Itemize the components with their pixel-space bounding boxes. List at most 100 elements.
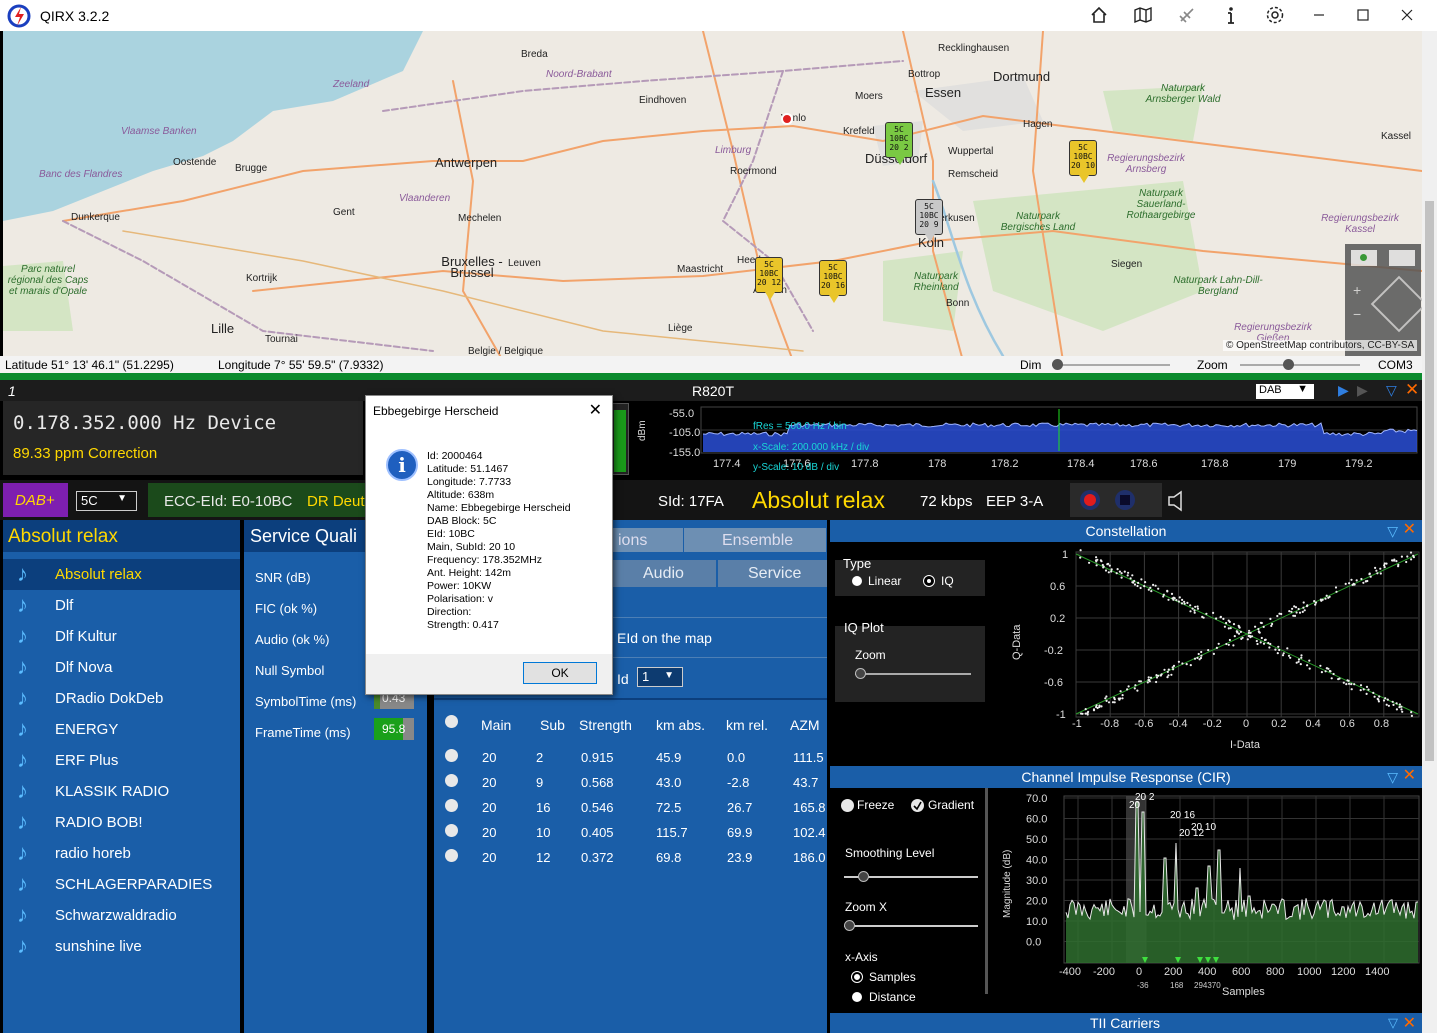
service-item[interactable]: ♪ KLASSIK RADIO [3,776,240,807]
tii-row[interactable]: 20 16 0.546 72.5 26.7 165.8 [434,795,827,820]
zoom-slider[interactable] [1240,359,1360,370]
tii-row[interactable]: 20 2 0.915 45.9 0.0 111.5 [434,745,827,770]
radio-iq[interactable] [923,575,935,587]
service-item[interactable]: ♪ radio horeb [3,838,240,869]
smoothing-label: Smoothing Level [845,846,935,860]
row-checkbox[interactable] [445,799,458,812]
close-icon[interactable]: ✕ [1405,380,1419,400]
map-pan-control[interactable] [1370,275,1422,333]
scrollbar-thumb[interactable] [1425,201,1434,761]
service-quality-title: Service Quali [250,526,358,546]
play-icon[interactable]: ▶ [1338,382,1349,399]
tii-column-header[interactable]: Main [481,717,511,733]
map-label: Gent [333,207,355,218]
map-label: Antwerpen [435,155,498,170]
service-item[interactable]: ♪ RADIO BOB! [3,807,240,838]
play-next-icon[interactable]: ▶ [1357,382,1368,399]
row-checkbox[interactable] [445,774,458,787]
service-item[interactable]: ♪ DRadio DokDeb [3,683,240,714]
service-item[interactable]: ♪ Absolut relax [3,559,240,590]
tii-column-header[interactable]: Strength [579,717,632,733]
transmitter-marker[interactable]: 5C 10BC 20 16 [819,260,847,303]
maximize-button[interactable] [1352,5,1374,27]
cir-header: Channel Impulse Response (CIR) ▽ ✕ [830,766,1422,788]
tii-column-header[interactable]: AZM [790,717,820,733]
service-item[interactable]: ♪ SCHLAGERPARADIES [3,869,240,900]
radio-samples[interactable] [851,971,863,983]
collapse-icon[interactable]: ▽ [1387,520,1398,542]
tii-column-header[interactable]: Sub [540,717,565,733]
service-item[interactable]: ♪ sunshine live [3,931,240,962]
record-button[interactable] [1080,490,1100,510]
map-layer-toggle-1[interactable] [1351,250,1377,266]
transmitter-marker[interactable]: 5C 10BC 20 10 [1069,140,1097,183]
quality-label: FrameTime (ms) [255,725,351,740]
id-select[interactable]: 1 ▼ [637,667,683,687]
row-checkbox[interactable] [445,849,458,862]
transmitter-marker[interactable]: 5C 10BC 20 12 [755,257,783,300]
map-layer-toggle-2[interactable] [1389,250,1415,266]
settings-icon[interactable] [1264,5,1286,27]
tii-row[interactable]: 20 9 0.568 43.0 -2.8 43.7 [434,770,827,795]
cir-x-tick: -200 [1093,966,1115,978]
collapse-icon[interactable]: ▽ [1386,382,1397,399]
radio-linear[interactable] [852,576,862,586]
service-item[interactable]: ♪ Dlf [3,590,240,621]
zoomx-slider[interactable] [844,920,978,931]
stop-button[interactable] [1115,490,1135,510]
dim-slider[interactable] [1052,359,1170,370]
select-all-checkbox[interactable] [445,715,458,728]
map-status-bar: Latitude 51° 13' 46.1" (51.2295) Longitu… [0,356,1422,373]
transmitter-marker[interactable]: 5C 10BC 20 9 [915,199,943,242]
window-scrollbar[interactable] [1422,31,1437,1033]
tab-ions[interactable]: ions [612,528,683,552]
iq-zoom-slider[interactable] [855,668,971,679]
service-item[interactable]: ♪ Dlf Kultur [3,621,240,652]
map-zoom-out-button[interactable]: − [1353,306,1361,322]
block-select[interactable]: 5C ▼ [76,491,137,511]
service-item[interactable]: ♪ ERF Plus [3,745,240,776]
tab-service[interactable]: Service [718,560,827,587]
satellite-icon[interactable] [1176,5,1198,27]
map-icon[interactable] [1132,5,1154,27]
ok-button[interactable]: OK [523,662,597,684]
gradient-label: Gradient [928,798,975,812]
service-item[interactable]: ♪ Schwarzwaldradio [3,900,240,931]
cir-y-tick: 50.0 [1026,834,1047,846]
minimize-button[interactable] [1308,5,1330,27]
speaker-icon[interactable] [1166,489,1188,513]
panel-splitter[interactable] [985,788,988,994]
gradient-checkbox[interactable] [911,799,924,812]
mode-select[interactable]: DAB ▼ [1256,383,1314,399]
radio-distance[interactable] [852,992,862,1002]
tii-row[interactable]: 20 12 0.372 69.8 23.9 186.0 [434,845,827,870]
collapse-icon[interactable]: ▽ [1387,766,1398,788]
quality-label: SNR (dB) [255,570,311,585]
map-view[interactable]: Breda Noord-Brabant Zeeland Eindhoven Venlo V… [3,31,1422,356]
info-icon[interactable] [1220,5,1242,27]
close-icon[interactable]: ✕ [1403,1013,1416,1033]
service-item[interactable]: ♪ ENERGY [3,714,240,745]
close-button[interactable] [1396,5,1418,27]
tii-column-header[interactable]: km rel. [726,717,768,733]
tab-audio[interactable]: Audio [612,560,716,587]
collapse-icon[interactable]: ▽ [1388,1015,1398,1031]
frequency-value[interactable]: 0.178.352.000 Hz Device [13,412,276,434]
transmitter-marker[interactable]: 5C 10BC 20 2 [885,122,913,165]
tii-column-header[interactable]: km abs. [656,717,705,733]
close-icon[interactable]: ✕ [1403,765,1416,787]
map-zoom-in-button[interactable]: + [1353,282,1361,298]
row-checkbox[interactable] [445,824,458,837]
ppm-correction[interactable]: 89.33 ppm Correction [13,445,157,462]
dialog-close-button[interactable]: ✕ [589,400,602,420]
tab-ensemble[interactable]: Ensemble [684,528,826,552]
row-checkbox[interactable] [445,749,458,762]
service-item[interactable]: ♪ Dlf Nova [3,652,240,683]
close-icon[interactable]: ✕ [1403,519,1416,541]
tii-row[interactable]: 20 10 0.405 115.7 69.9 102.4 [434,820,827,845]
home-icon[interactable] [1088,5,1110,27]
services-panel: Absolut relax ♪ Absolut relax ♪ Dlf ♪ Dlf Kul… [3,520,240,1033]
smoothing-slider[interactable] [844,871,978,882]
freeze-checkbox[interactable] [841,799,854,812]
separator-bar [0,373,1422,380]
